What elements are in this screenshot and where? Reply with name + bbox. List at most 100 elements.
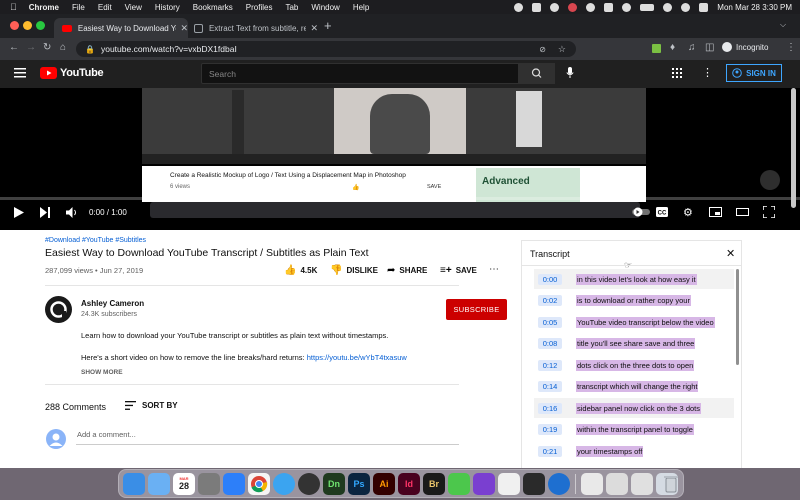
miniplayer-icon[interactable] [709, 207, 722, 217]
finder-icon[interactable] [123, 473, 145, 495]
theater-mode-icon[interactable] [736, 208, 749, 216]
sort-comments-button[interactable]: SORT BY [125, 401, 178, 410]
share-button[interactable]: ➦ SHARE [387, 265, 427, 276]
dreamweaver-icon[interactable]: Dn [323, 473, 345, 495]
textedit-icon[interactable] [498, 473, 520, 495]
address-bar[interactable]: 🔒 youtube.com/watch?v=vxbDX1fdbaI ⊘ ☆ [76, 41, 576, 57]
settings-gear-icon[interactable]: ⚙ [683, 206, 693, 219]
incognito-indicator[interactable]: Incognito [722, 42, 768, 52]
app-status-icon[interactable] [532, 2, 542, 12]
transcript-row[interactable]: 0:14 transcript which will change the rig… [534, 376, 734, 396]
transcript-row[interactable]: 0:19 within the transcript panel to toggl… [534, 419, 734, 439]
bookmark-star-icon[interactable]: ☆ [558, 44, 566, 55]
apps-grid-icon[interactable] [672, 68, 682, 78]
extensions-puzzle-icon[interactable]: ♦ [670, 42, 675, 53]
mail-icon[interactable] [148, 473, 170, 495]
trash-icon[interactable] [660, 473, 682, 495]
youtube-logo[interactable]: YouTube [40, 67, 104, 79]
hamburger-menu-icon[interactable] [14, 68, 26, 78]
volume-icon[interactable] [66, 207, 78, 218]
tab-youtube[interactable]: Easiest Way to Download YouT ✕ [54, 18, 188, 38]
spotlight-icon[interactable] [681, 2, 691, 12]
reload-icon[interactable]: ↻ [43, 42, 51, 53]
new-tab-icon[interactable]: + [324, 18, 332, 33]
indesign-icon[interactable]: Id [398, 473, 420, 495]
menu-tab[interactable]: Tab [285, 3, 298, 12]
dislike-button[interactable]: 👎 DISLIKE [330, 265, 378, 276]
record-status-icon[interactable] [514, 2, 524, 12]
transcript-row[interactable]: 0:16 sidebar panel now click on the 3 dot… [534, 398, 734, 418]
transcript-row[interactable]: 0:12 dots click on the three dots to open [534, 355, 734, 375]
calendar-icon[interactable]: MAR 28 [173, 473, 195, 495]
menu-view[interactable]: View [125, 3, 142, 12]
tab-close-icon[interactable]: ✕ [180, 23, 188, 34]
play-icon[interactable] [14, 207, 24, 218]
video-hashtags[interactable]: #Download #YouTube #Subtitles [45, 237, 146, 244]
calculator-icon[interactable] [198, 473, 220, 495]
transcript-row[interactable]: 0:02 is to download or rather copy your [534, 290, 734, 310]
illustrator-icon[interactable]: Ai [373, 473, 395, 495]
transcript-row[interactable]: 0:05 YouTube video transcript below the v… [534, 312, 734, 332]
menu-bookmarks[interactable]: Bookmarks [193, 3, 233, 12]
system-preferences-icon[interactable] [298, 473, 320, 495]
back-arrow-icon[interactable]: ← [9, 42, 19, 53]
safari-icon[interactable] [273, 473, 295, 495]
comment-input[interactable]: Add a comment... [76, 428, 459, 445]
settings-more-icon[interactable]: ⋮ [702, 66, 713, 79]
recent-document-icon[interactable] [631, 473, 653, 495]
minimize-window-icon[interactable] [23, 21, 32, 30]
autoplay-toggle[interactable] [632, 207, 650, 217]
battery-icon[interactable] [640, 3, 655, 11]
close-icon[interactable]: ✕ [726, 247, 735, 260]
show-more-button[interactable]: SHOW MORE [81, 369, 123, 376]
close-window-icon[interactable] [10, 21, 19, 30]
media-icon[interactable]: ♫ [688, 42, 696, 53]
bridge-icon[interactable]: Br [423, 473, 445, 495]
fullscreen-icon[interactable] [763, 206, 775, 218]
app-purple-icon[interactable] [473, 473, 495, 495]
transcript-row[interactable]: 0:21 your timestamps off [534, 441, 734, 461]
app-dark-icon[interactable] [523, 473, 545, 495]
recent-document-icon[interactable] [606, 473, 628, 495]
description-link[interactable]: https://youtu.be/wYbT4txasuw [307, 353, 407, 362]
progress-bar[interactable] [0, 197, 800, 200]
browser-menu-icon[interactable]: ⋮ [786, 42, 796, 53]
tab-extract-text[interactable]: Extract Text from subtitle, rem ✕ [188, 18, 318, 38]
transcript-row[interactable]: 0:00 in this video let's look at how easy… [534, 269, 734, 289]
status-icon[interactable] [586, 2, 596, 12]
menu-window[interactable]: Window [311, 3, 339, 12]
bluetooth-icon[interactable] [622, 2, 632, 12]
extension-icon[interactable] [652, 44, 661, 53]
tab-search-chevron-icon[interactable]: ⌵ [780, 20, 786, 30]
forward-arrow-icon[interactable]: → [26, 42, 36, 53]
save-button[interactable]: ≡+ SAVE [440, 265, 477, 276]
channel-avatar[interactable] [45, 296, 72, 323]
app-status-icon-red[interactable] [568, 2, 578, 12]
recent-document-icon[interactable] [581, 473, 603, 495]
chrome-icon[interactable] [248, 473, 270, 495]
channel-watermark-icon[interactable] [760, 170, 780, 190]
menu-profiles[interactable]: Profiles [246, 3, 273, 12]
wifi-icon[interactable] [663, 2, 673, 12]
menu-history[interactable]: History [155, 3, 180, 12]
photoshop-icon[interactable]: Ps [348, 473, 370, 495]
more-actions-icon[interactable]: ⋯ [489, 264, 499, 275]
side-panel-icon[interactable]: ◫ [705, 42, 714, 53]
app-leaf-icon[interactable] [448, 473, 470, 495]
apple-menu-icon[interactable]:  [10, 2, 17, 12]
menubar-clock[interactable]: Mon Mar 28 3:30 PM [717, 3, 792, 12]
subtitles-icon[interactable]: CC [656, 207, 668, 217]
info-status-icon[interactable] [550, 2, 560, 12]
transcript-scrollbar[interactable] [736, 269, 739, 365]
app-blue-icon[interactable] [548, 473, 570, 495]
search-input[interactable]: Search [201, 63, 519, 84]
control-center-icon[interactable] [699, 2, 709, 12]
channel-name[interactable]: Ashley Cameron [81, 299, 144, 308]
voice-search-icon[interactable] [566, 67, 574, 79]
menu-file[interactable]: File [72, 3, 85, 12]
menu-app-name[interactable]: Chrome [29, 3, 59, 12]
sign-in-button[interactable]: SIGN IN [726, 64, 782, 82]
menu-edit[interactable]: Edit [98, 3, 112, 12]
app-store-icon[interactable] [223, 473, 245, 495]
subscribe-button[interactable]: SUBSCRIBE [446, 299, 507, 320]
